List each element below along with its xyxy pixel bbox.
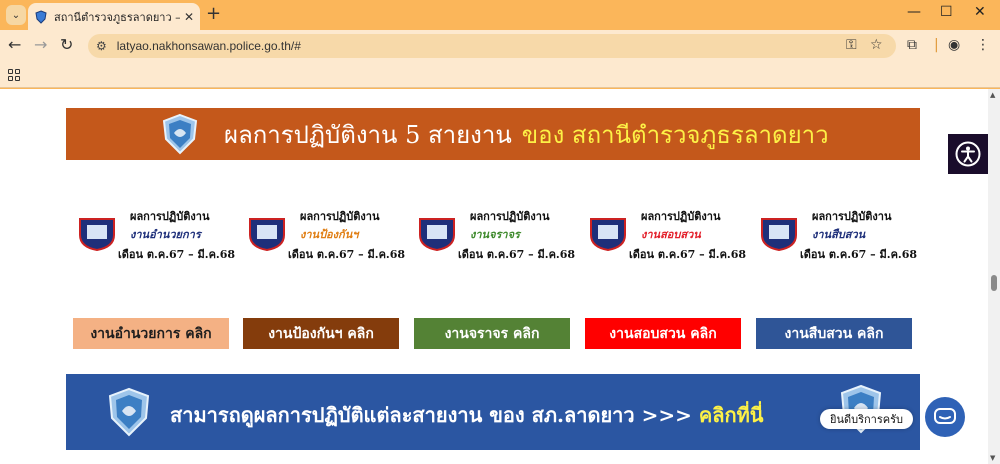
police-favicon-icon <box>35 9 47 24</box>
police-shield-icon <box>79 218 115 251</box>
police-shield-icon <box>761 218 797 251</box>
card-heading: ผลการปฏิบัติงาน <box>300 210 380 223</box>
page-viewport: ผลการปฏิบัติงาน 5 สายงาน ของ สถานีตำรวจภ… <box>0 89 1000 464</box>
card-heading: ผลการปฏิบัติงาน <box>130 210 210 223</box>
forward-icon[interactable]: → <box>34 37 47 53</box>
profile-icon[interactable]: ◉ <box>948 37 960 53</box>
report-card-prevention[interactable]: ผลการปฏิบัติงาน งานป้องกันฯ เดือน ต.ค.67… <box>248 205 408 265</box>
inquiry-click-button[interactable]: งานสอบสวน คลิก <box>585 318 741 349</box>
chat-button[interactable] <box>925 397 965 437</box>
admin-click-button[interactable]: งานอำนวยการ คลิก <box>73 318 229 349</box>
card-period: เดือน ต.ค.67 – มี.ค.68 <box>118 248 236 261</box>
close-window-icon[interactable]: ✕ <box>974 4 986 20</box>
card-heading: ผลการปฏิบัติงาน <box>641 210 721 223</box>
url-text[interactable]: latyao.nakhonsawan.police.go.th/# <box>117 39 301 53</box>
browser-toolbar: ← → ↻ ⚙ latyao.nakhonsawan.police.go.th/… <box>0 30 1000 62</box>
police-emblem-icon <box>108 387 150 437</box>
header-banner: ผลการปฏิบัติงาน 5 สายงาน ของ สถานีตำรวจภ… <box>66 108 920 160</box>
card-heading: ผลการปฏิบัติงาน <box>812 210 892 223</box>
police-shield-icon <box>419 218 455 251</box>
bottom-banner-caption: สามารถดูผลการปฏิบัติแต่ละสายงาน ของ สภ.ล… <box>170 403 692 427</box>
minimize-icon[interactable]: — <box>907 4 921 20</box>
bookmarks-bar <box>0 62 1000 88</box>
kebab-menu-icon[interactable]: ⋮ <box>976 37 990 53</box>
active-tab[interactable]: สถานีตำรวจภูธรลาดยาว – LATYAO ✕ <box>28 3 200 30</box>
maximize-icon[interactable]: ☐ <box>940 4 953 20</box>
bottom-banner-text[interactable]: สามารถดูผลการปฏิบัติแต่ละสายงาน ของ สภ.ล… <box>170 399 763 431</box>
back-icon[interactable]: ← <box>8 37 21 53</box>
report-card-traffic[interactable]: ผลการปฏิบัติงาน งานจราจร เดือน ต.ค.67 – … <box>418 205 578 265</box>
close-tab-icon[interactable]: ✕ <box>184 10 194 24</box>
scrollbar-thumb[interactable] <box>991 275 997 291</box>
police-shield-icon <box>249 218 285 251</box>
card-department: งานสืบสวน <box>812 228 866 241</box>
toolbar-divider: | <box>934 37 939 53</box>
chat-tooltip[interactable]: ยินดีบริการครับ <box>820 409 913 429</box>
apps-grid-icon[interactable] <box>8 69 20 81</box>
header-title-white: ผลการปฏิบัติงาน 5 สายงาน <box>224 120 512 149</box>
new-tab-button[interactable]: + <box>206 5 221 23</box>
accessibility-icon <box>955 141 981 167</box>
chat-icon <box>934 408 956 424</box>
report-card-inquiry[interactable]: ผลการปฏิบัติงาน งานสอบสวน เดือน ต.ค.67 –… <box>589 205 749 265</box>
tab-strip: ⌄ สถานีตำรวจภูธรลาดยาว – LATYAO ✕ + — ☐ … <box>0 0 1000 30</box>
card-department: งานอำนวยการ <box>130 228 201 241</box>
puzzle-icon[interactable]: ⧉ <box>907 37 917 53</box>
page-scrollbar[interactable]: ▲ ▼ <box>988 89 1000 464</box>
traffic-click-button[interactable]: งานจราจร คลิก <box>414 318 570 349</box>
card-period: เดือน ต.ค.67 – มี.ค.68 <box>800 248 918 261</box>
key-icon[interactable]: ⚿ <box>846 37 857 53</box>
chevron-down-icon[interactable]: ⌄ <box>6 5 26 25</box>
scroll-down-icon[interactable]: ▼ <box>990 454 995 462</box>
report-card-admin[interactable]: ผลการปฏิบัติงาน งานอำนวยการ เดือน ต.ค.67… <box>78 205 238 265</box>
card-department: งานป้องกันฯ <box>300 228 359 241</box>
police-shield-icon <box>590 218 626 251</box>
card-department: งานสอบสวน <box>641 228 701 241</box>
investigation-click-button[interactable]: งานสืบสวน คลิก <box>756 318 912 349</box>
site-info-icon[interactable]: ⚙ <box>96 39 107 53</box>
card-department: งานจราจร <box>470 228 520 241</box>
tab-title: สถานีตำรวจภูธรลาดยาว – LATYAO <box>54 10 180 24</box>
police-emblem-icon <box>162 113 198 155</box>
card-period: เดือน ต.ค.67 – มี.ค.68 <box>629 248 747 261</box>
scroll-up-icon[interactable]: ▲ <box>990 91 995 99</box>
star-icon[interactable]: ☆ <box>870 37 883 53</box>
card-heading: ผลการปฏิบัติงาน <box>470 210 550 223</box>
card-period: เดือน ต.ค.67 – มี.ค.68 <box>288 248 406 261</box>
header-title-yellow: ของ สถานีตำรวจภูธรลาดยาว <box>521 120 829 149</box>
report-card-investigation[interactable]: ผลการปฏิบัติงาน งานสืบสวน เดือน ต.ค.67 –… <box>760 205 920 265</box>
bottom-banner[interactable]: สามารถดูผลการปฏิบัติแต่ละสายงาน ของ สภ.ล… <box>66 374 920 450</box>
card-period: เดือน ต.ค.67 – มี.ค.68 <box>458 248 576 261</box>
click-here-link[interactable]: คลิกที่นี่ <box>699 403 764 427</box>
address-bar[interactable]: ⚙ latyao.nakhonsawan.police.go.th/# <box>88 34 896 58</box>
reload-icon[interactable]: ↻ <box>60 37 73 53</box>
prevention-click-button[interactable]: งานป้องกันฯ คลิก <box>243 318 399 349</box>
accessibility-button[interactable] <box>948 134 988 174</box>
